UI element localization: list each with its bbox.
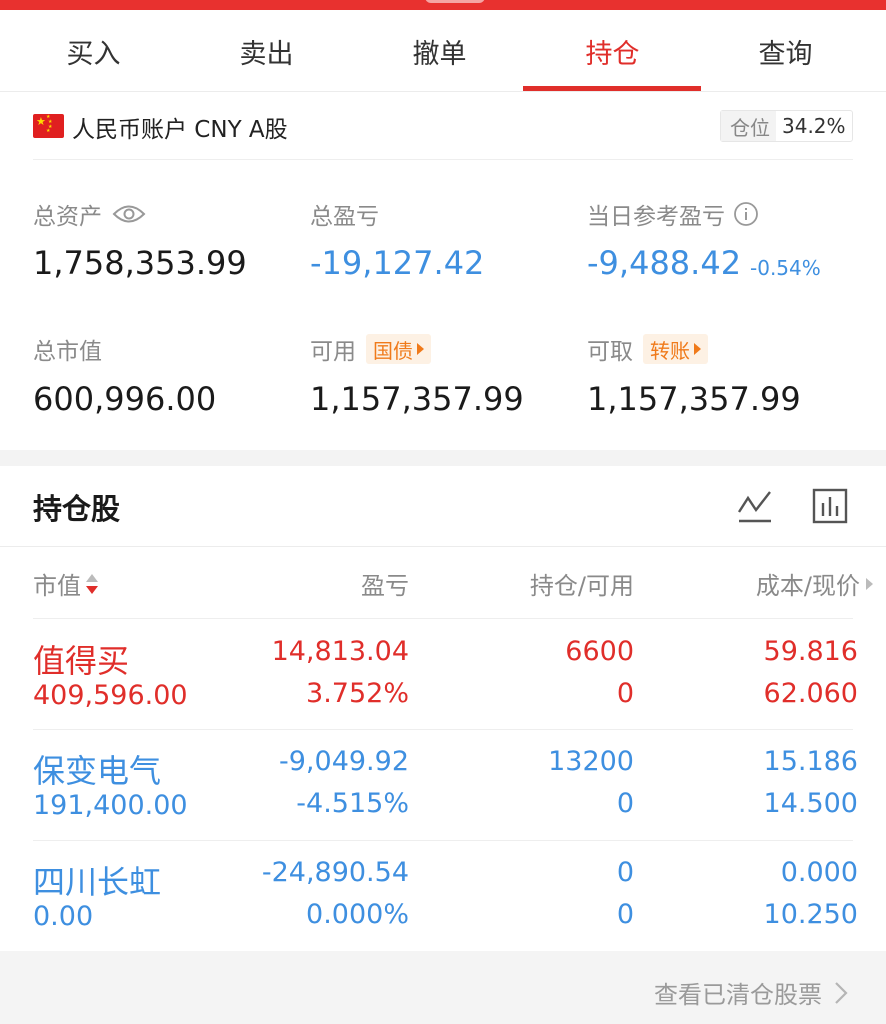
status-strip (0, 0, 886, 10)
view-cleared-stocks-link[interactable]: 查看已清仓股票 (654, 975, 850, 1010)
account-bar: ★ ★ ★ ★ ★ 人民币账户 CNY A股 仓位 34.2% (0, 93, 886, 160)
active-tab-indicator (523, 86, 701, 91)
withdrawable-value: 1,157,357.99 (587, 380, 801, 418)
stock-name: 值得买 (33, 642, 130, 680)
triangle-right-icon (694, 343, 701, 355)
divider (0, 546, 886, 547)
stock-market-value: 409,596.00 (33, 680, 188, 711)
tab-sell[interactable]: 卖出 (178, 10, 355, 92)
account-name[interactable]: 人民币账户 CNY A股 (72, 110, 288, 144)
stock-pl-percent: 0.000% (306, 899, 409, 930)
trade-tabs: 买入 卖出 撤单 持仓 查询 (0, 10, 886, 92)
stock-pl-percent: -4.515% (296, 788, 409, 819)
tab-holdings[interactable]: 持仓 (524, 10, 701, 92)
stock-position: 13200 (548, 746, 634, 777)
total-pl-label: 总盈亏 (310, 204, 379, 230)
total-pl-value: -19,127.42 (310, 244, 485, 282)
triangle-right-icon (866, 577, 873, 590)
stock-market-value: 191,400.00 (33, 790, 188, 821)
transfer-button[interactable]: 转账 (643, 334, 708, 364)
triangle-right-icon (417, 343, 424, 355)
line-chart-icon[interactable] (737, 488, 773, 524)
stock-name: 保变电气 (33, 752, 162, 790)
table-row[interactable]: 值得买 409,596.00 14,813.04 3.752% 6600 0 5… (0, 620, 886, 730)
divider (33, 159, 853, 160)
stock-market-value: 0.00 (33, 901, 94, 932)
position-value: 34.2% (782, 114, 846, 138)
available-value: 1,157,357.99 (310, 380, 524, 418)
position-label: 仓位 (721, 111, 776, 141)
stock-cost: 59.816 (763, 636, 858, 667)
table-row[interactable]: 四川长虹 0.00 -24,890.54 0.000% 0 0 0.000 10… (0, 841, 886, 951)
china-flag-icon: ★ ★ ★ ★ ★ (33, 114, 64, 138)
stock-name: 四川长虹 (33, 863, 162, 901)
stock-pl-percent: 3.752% (306, 678, 409, 709)
treasury-bond-button[interactable]: 国债 (366, 334, 431, 364)
stock-pl: -9,049.92 (279, 746, 409, 777)
stock-available: 0 (616, 899, 634, 930)
info-icon[interactable] (733, 201, 759, 227)
stock-position: 6600 (565, 636, 634, 667)
total-assets-label: 总资产 (33, 197, 146, 231)
stock-price: 14.500 (763, 788, 858, 819)
withdrawable-label: 可取 转账 (587, 332, 708, 366)
column-header-pl[interactable]: 盈亏 (361, 566, 409, 601)
stock-pl: 14,813.04 (271, 636, 409, 667)
available-label: 可用 国债 (310, 332, 431, 366)
tab-buy[interactable]: 买入 (5, 10, 182, 92)
eye-icon[interactable] (112, 203, 146, 225)
tab-query[interactable]: 查询 (697, 10, 874, 92)
daily-pl-label: 当日参考盈亏 (587, 197, 759, 231)
position-ratio-badge: 仓位 34.2% (720, 110, 853, 142)
bar-chart-icon[interactable] (812, 488, 848, 524)
holdings-title: 持仓股 (33, 492, 121, 526)
column-header-market-value[interactable]: 市值 (33, 566, 99, 601)
sort-icon (86, 573, 98, 594)
daily-pl-value: -9,488.42 (587, 244, 742, 282)
section-gap (0, 450, 886, 466)
market-value-label: 总市值 (33, 339, 102, 365)
daily-pl-percent: -0.54% (750, 256, 821, 280)
stock-available: 0 (616, 678, 634, 709)
total-assets-value: 1,758,353.99 (33, 244, 247, 282)
stock-pl: -24,890.54 (261, 857, 409, 888)
stock-price: 10.250 (763, 899, 858, 930)
stock-cost: 15.186 (763, 746, 858, 777)
tab-cancel[interactable]: 撤单 (351, 10, 528, 92)
column-header-position[interactable]: 持仓/可用 (530, 566, 634, 601)
footer: 查看已清仓股票 (0, 951, 886, 1024)
stock-cost: 0.000 (780, 857, 858, 888)
stock-price: 62.060 (763, 678, 858, 709)
market-value-value: 600,996.00 (33, 380, 217, 418)
table-row[interactable]: 保变电气 191,400.00 -9,049.92 -4.515% 13200 … (0, 730, 886, 840)
stock-position: 0 (616, 857, 634, 888)
column-header-cost-price[interactable]: 成本/现价 (756, 566, 874, 601)
chevron-right-icon (835, 981, 848, 1004)
divider (33, 618, 853, 619)
stock-available: 0 (616, 788, 634, 819)
